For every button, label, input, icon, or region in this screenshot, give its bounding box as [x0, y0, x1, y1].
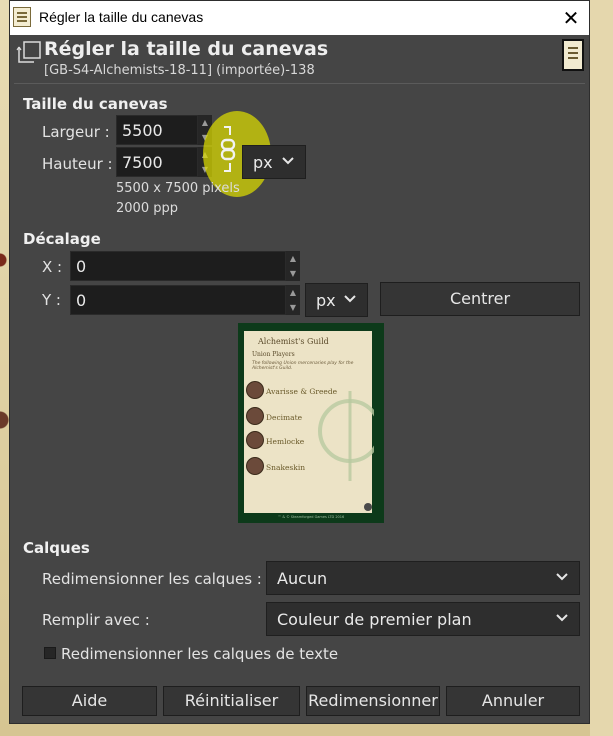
offset-heading: Décalage: [23, 230, 101, 248]
center-button[interactable]: Centrer: [380, 282, 580, 316]
offset-x-spinner[interactable]: ▲ ▼: [286, 251, 300, 281]
canvas-size-dialog: Régler la taille du canevas ✕ Régler la …: [9, 0, 590, 724]
offset-x-decrement-icon[interactable]: ▼: [286, 266, 300, 281]
fill-with-value: Couleur de premier plan: [277, 610, 472, 629]
card-subtitle: Union Players: [252, 351, 295, 358]
background-edge: [590, 0, 613, 736]
dialog-header: Régler la taille du canevas [GB-S4-Alche…: [10, 35, 589, 83]
height-label: Hauteur :: [42, 155, 113, 173]
cancel-button[interactable]: Annuler: [446, 686, 580, 716]
help-button[interactable]: Aide: [22, 686, 157, 716]
image-thumbnail: [562, 39, 584, 71]
card-player-row: Hemlocke: [246, 431, 305, 449]
resize-button[interactable]: Redimensionner: [306, 686, 440, 716]
card-footer: ™ & © Steamforged Games LTD 2016: [277, 515, 345, 519]
resize-layers-value: Aucun: [277, 569, 328, 588]
resize-layers-label: Redimensionner les calques :: [42, 570, 262, 588]
resize-text-layers-checkbox[interactable]: [44, 647, 56, 659]
player-name: Hemlocke: [266, 437, 305, 446]
player-name: Snakeskin: [266, 463, 306, 472]
chevron-down-icon: [556, 614, 568, 622]
card-title: Alchemist's Guild: [258, 337, 329, 346]
player-portrait-icon: [246, 457, 264, 475]
gimp-document-icon: [13, 7, 31, 27]
offset-x-input[interactable]: 0: [70, 251, 286, 281]
width-label: Largeur :: [42, 123, 110, 141]
resolution-info: 2000 ppp: [116, 201, 178, 216]
offset-y-increment-icon[interactable]: ▲: [286, 285, 300, 300]
canvas-size-heading: Taille du canevas: [23, 95, 168, 113]
player-name: Decimate: [266, 413, 303, 422]
card-player-row: Avarisse & Greede: [246, 381, 338, 399]
title-bar: Régler la taille du canevas ✕: [10, 1, 589, 35]
resize-layers-select[interactable]: Aucun: [266, 561, 580, 595]
offset-y-label: Y :: [42, 291, 61, 309]
chevron-down-icon: [282, 157, 294, 165]
card-player-row: Decimate: [246, 407, 303, 425]
card-player-row: Snakeskin: [246, 457, 306, 475]
offset-y-decrement-icon[interactable]: ▼: [286, 300, 300, 315]
player-name: Avarisse & Greede: [266, 387, 338, 396]
fill-with-select[interactable]: Couleur de premier plan: [266, 602, 580, 636]
width-input[interactable]: 5500: [116, 115, 198, 145]
canvas-resize-icon: [16, 41, 41, 63]
canvas-unit-select[interactable]: px: [242, 145, 306, 179]
chevron-down-icon: [556, 573, 568, 581]
card-description: The following Union mercenaries play for…: [252, 361, 354, 371]
close-icon[interactable]: ✕: [558, 5, 584, 31]
resize-text-layers-label[interactable]: Redimensionner les calques de texte: [61, 645, 338, 663]
dialog-title: Régler la taille du canevas: [44, 38, 329, 60]
player-portrait-icon: [246, 431, 264, 449]
canvas-preview[interactable]: Alchemist's Guild Union Players The foll…: [238, 323, 384, 523]
offset-y-input[interactable]: 0: [70, 285, 286, 315]
window-title: Régler la taille du canevas: [39, 9, 204, 25]
height-input[interactable]: 7500: [116, 147, 198, 177]
offset-unit-value: px: [316, 291, 336, 310]
fill-with-label: Remplir avec :: [42, 611, 150, 629]
player-portrait-icon: [246, 407, 264, 425]
reset-button[interactable]: Réinitialiser: [163, 686, 300, 716]
canvas-unit-value: px: [253, 153, 273, 172]
offset-unit-select[interactable]: px: [305, 283, 368, 317]
image-name: [GB-S4-Alchemists-18-11] (importée)-138: [44, 63, 315, 78]
preview-card: Alchemist's Guild Union Players The foll…: [244, 331, 374, 513]
layers-heading: Calques: [23, 539, 90, 557]
chevron-down-icon: [344, 295, 356, 303]
offset-x-increment-icon[interactable]: ▲: [286, 251, 300, 266]
size-info: 5500 x 7500 pixels: [116, 181, 240, 196]
player-portrait-icon: [246, 381, 264, 399]
seal-icon: [364, 503, 372, 511]
header-separator: [14, 83, 585, 84]
offset-y-spinner[interactable]: ▲ ▼: [286, 285, 300, 315]
offset-x-label: X :: [42, 258, 63, 276]
